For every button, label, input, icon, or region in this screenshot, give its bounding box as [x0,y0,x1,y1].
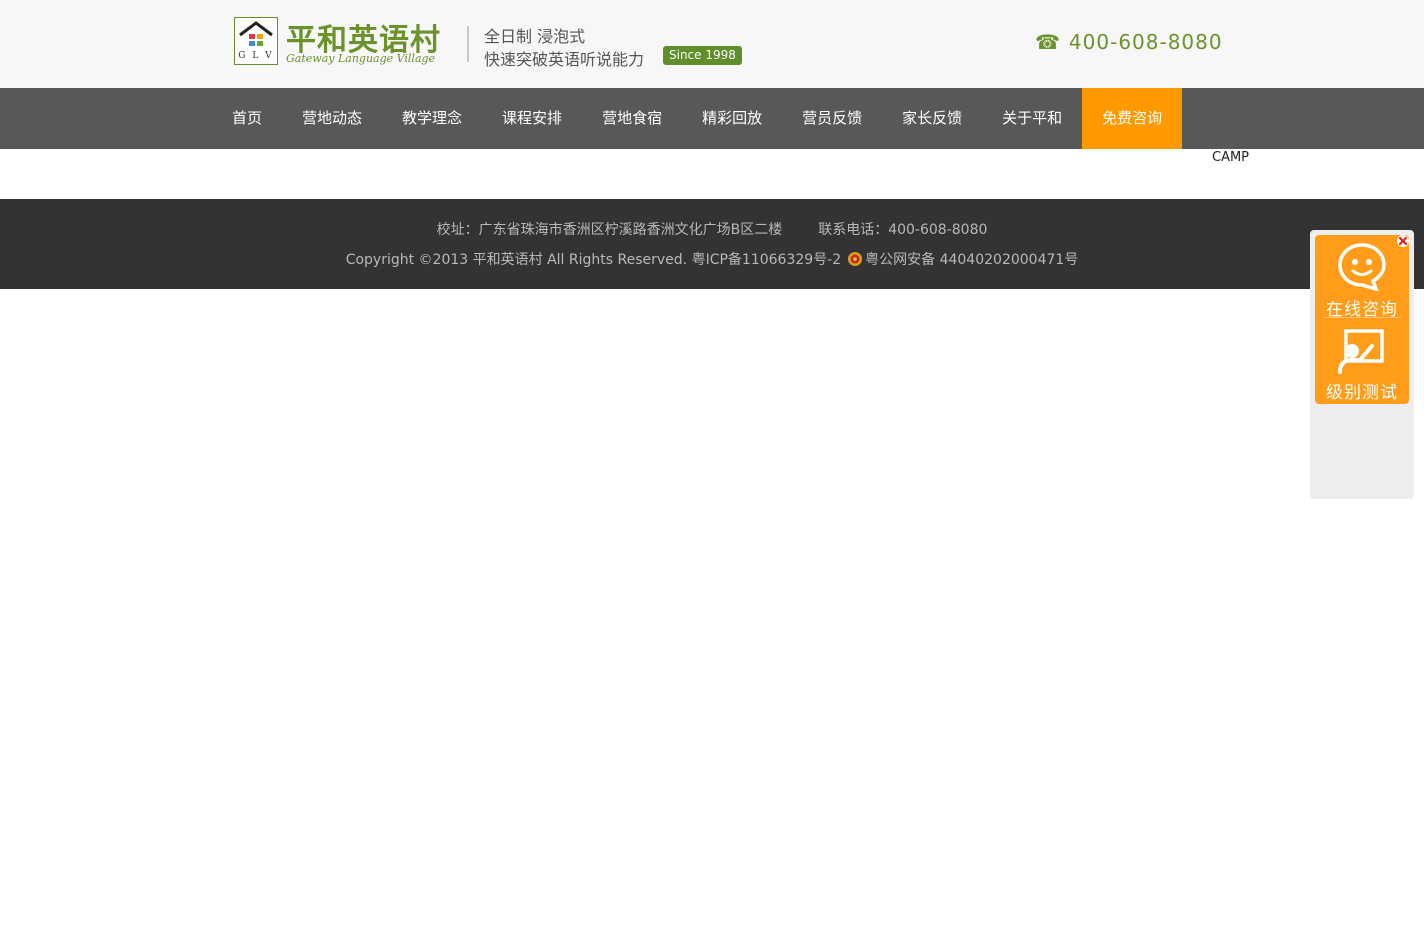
logo-subtitle: Gateway Language Village [286,52,436,65]
nav-item-teaching-philosophy[interactable]: 教学理念 [382,88,482,149]
nav-item-highlights[interactable]: 精彩回放 [682,88,782,149]
side-float-panel: 在线咨询 级别测试 [1310,230,1414,499]
nav-item-accommodation[interactable]: 营地食宿 [582,88,682,149]
camp-label: CAMP [1212,150,1250,165]
police-badge-icon [848,252,863,266]
teacher-board-icon [1338,329,1384,374]
phone-number: 400-608-8080 [1068,30,1223,54]
site-footer: 校址：广东省珠海市香洲区柠溪路香洲文化广场B区二楼 联系电话：400-608-80… [0,199,1424,289]
level-test-label: 级别测试 [1326,383,1398,403]
header-divider [467,26,469,62]
nav-item-camp-news[interactable]: 营地动态 [282,88,382,149]
smile-chat-icon [1338,243,1386,292]
footer-phone: 联系电话：400-608-8080 [818,222,988,238]
footer-police-record[interactable]: 粤公网安备 44040202000471号 [865,252,1078,268]
online-consult-button[interactable]: 在线咨询 [1315,239,1409,320]
footer-copyright-line: Copyright ©2013 平和英语村 All Rights Reserve… [0,249,1424,269]
nav-item-camper-feedback[interactable]: 营员反馈 [782,88,882,149]
tagline-1: 全日制 浸泡式 [484,27,586,46]
side-panel-buttons: 在线咨询 级别测试 [1315,235,1409,404]
nav-item-home[interactable]: 首页 [212,88,282,149]
footer-contact-line: 校址：广东省珠海市香洲区柠溪路香洲文化广场B区二楼 联系电话：400-608-80… [0,219,1424,239]
nav-item-parent-feedback[interactable]: 家长反馈 [882,88,982,149]
side-panel-divider [1323,317,1401,318]
tagline-2: 快速突破英语听说能力 [484,50,645,69]
logo-mark-text: G L V [238,51,274,61]
site-header: G L V 平和英语村 Gateway Language Village 全日制… [0,0,1424,88]
nav-item-course-schedule[interactable]: 课程安排 [482,88,582,149]
phone-icon: ☎ [1035,30,1061,54]
nav-item-about[interactable]: 关于平和 [982,88,1082,149]
footer-copyright[interactable]: Copyright ©2013 平和英语村 All Rights Reserve… [346,252,841,268]
close-icon[interactable] [1396,234,1410,248]
header-phone: ☎ 400-608-8080 [1035,30,1223,54]
level-test-button[interactable]: 级别测试 [1315,325,1409,403]
nav-list: 首页 营地动态 教学理念 课程安排 营地食宿 精彩回放 营员反馈 家长反馈 关于… [212,88,1183,149]
since-badge: Since 1998 [663,46,742,65]
nav-item-free-consult[interactable]: 免费咨询 [1082,88,1183,149]
logo-house-icon: G L V [234,17,278,65]
site-logo[interactable]: G L V 平和英语村 Gateway Language Village [234,17,452,69]
footer-address: 校址：广东省珠海市香洲区柠溪路香洲文化广场B区二楼 [436,222,783,238]
main-nav: 首页 营地动态 教学理念 课程安排 营地食宿 精彩回放 营员反馈 家长反馈 关于… [0,88,1424,149]
